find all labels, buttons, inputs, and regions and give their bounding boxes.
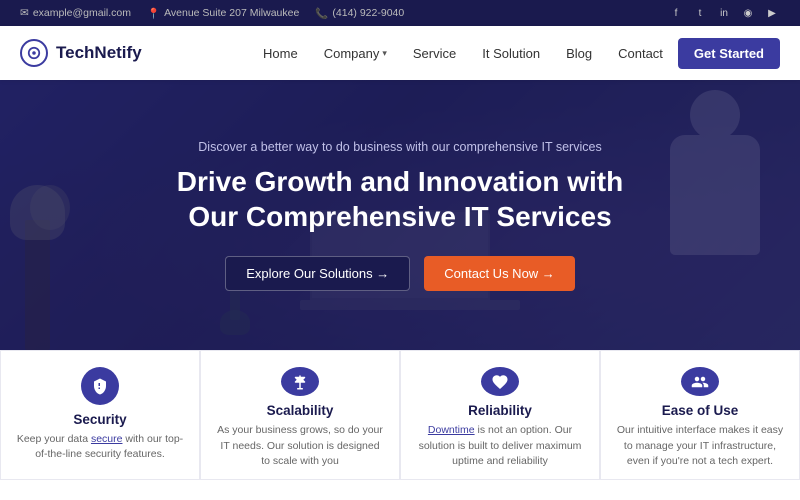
feature-ease-of-use: Ease of Use Our intuitive interface make… (600, 350, 800, 480)
contact-us-button[interactable]: Contact Us Now → (424, 256, 575, 291)
phone-info: 📞 (414) 922-9040 (315, 7, 404, 20)
navbar: TechNetify Home Company ▾ Service It Sol… (0, 26, 800, 80)
reliability-title: Reliability (468, 403, 532, 418)
ease-of-use-icon-wrap (681, 367, 719, 396)
hero-title-line1: Drive Growth and Innovation with (177, 166, 623, 197)
nav-home[interactable]: Home (252, 40, 309, 67)
hero-subtitle: Discover a better way to do business wit… (177, 140, 623, 154)
downtime-link[interactable]: Downtime (428, 424, 475, 436)
features-section: Security Keep your data secure with our … (0, 350, 800, 480)
company-dropdown-icon: ▾ (382, 48, 387, 59)
hero-title-line2: Our Comprehensive IT Services (188, 201, 611, 232)
phone-icon: 📞 (315, 7, 328, 20)
security-title: Security (73, 412, 126, 427)
scalability-title: Scalability (267, 403, 334, 418)
twitter-icon[interactable]: t (692, 5, 708, 21)
scalability-desc: As your business grows, so do your IT ne… (215, 423, 385, 469)
hero-section: Discover a better way to do business wit… (0, 80, 800, 350)
address-text: Avenue Suite 207 Milwaukee (164, 7, 299, 19)
ease-of-use-desc: Our intuitive interface makes it easy to… (615, 423, 785, 469)
email-icon: ✉ (20, 7, 29, 19)
instagram-icon[interactable]: in (716, 5, 732, 21)
users-icon (691, 373, 709, 391)
ease-of-use-title: Ease of Use (662, 403, 739, 418)
social-links: f t in ◉ ▶ (668, 5, 780, 21)
address-info: 📍 Avenue Suite 207 Milwaukee (147, 7, 299, 20)
reliability-desc: Downtime is not an option. Our solution … (415, 423, 585, 469)
explore-solutions-button[interactable]: Explore Our Solutions → (225, 256, 410, 291)
security-link[interactable]: secure (91, 433, 123, 445)
youtube-icon[interactable]: ▶ (764, 5, 780, 21)
nav-it-solution[interactable]: It Solution (471, 40, 551, 67)
top-bar-left: ✉ example@gmail.com 📍 Avenue Suite 207 M… (20, 7, 404, 20)
security-desc: Keep your data secure with our top-of-th… (15, 432, 185, 462)
scale-icon (291, 373, 309, 391)
logo: TechNetify (20, 39, 142, 67)
shield-icon (91, 377, 109, 395)
feature-scalability: Scalability As your business grows, so d… (200, 350, 400, 480)
nav-contact[interactable]: Contact (607, 40, 674, 67)
facebook-icon[interactable]: f (668, 5, 684, 21)
linkedin-icon[interactable]: ◉ (740, 5, 756, 21)
top-bar: ✉ example@gmail.com 📍 Avenue Suite 207 M… (0, 0, 800, 26)
scalability-icon-wrap (281, 367, 319, 396)
get-started-button[interactable]: Get Started (678, 38, 780, 69)
hero-title: Drive Growth and Innovation with Our Com… (177, 164, 623, 234)
logo-text: TechNetify (56, 43, 142, 63)
location-icon: 📍 (147, 7, 160, 20)
email-text: example@gmail.com (33, 7, 131, 19)
feature-security: Security Keep your data secure with our … (0, 350, 200, 480)
security-icon-wrap (81, 367, 119, 405)
heart-icon (491, 373, 509, 391)
phone-text: (414) 922-9040 (332, 7, 404, 19)
email-info: ✉ example@gmail.com (20, 7, 131, 19)
nav-blog[interactable]: Blog (555, 40, 603, 67)
hero-buttons: Explore Our Solutions → Contact Us Now → (177, 256, 623, 291)
nav-company[interactable]: Company ▾ (313, 40, 398, 67)
logo-icon (20, 39, 48, 67)
nav-links: Home Company ▾ Service It Solution Blog … (252, 38, 780, 69)
reliability-icon-wrap (481, 367, 519, 396)
hero-content: Discover a better way to do business wit… (137, 140, 663, 291)
feature-reliability: Reliability Downtime is not an option. O… (400, 350, 600, 480)
nav-service[interactable]: Service (402, 40, 467, 67)
